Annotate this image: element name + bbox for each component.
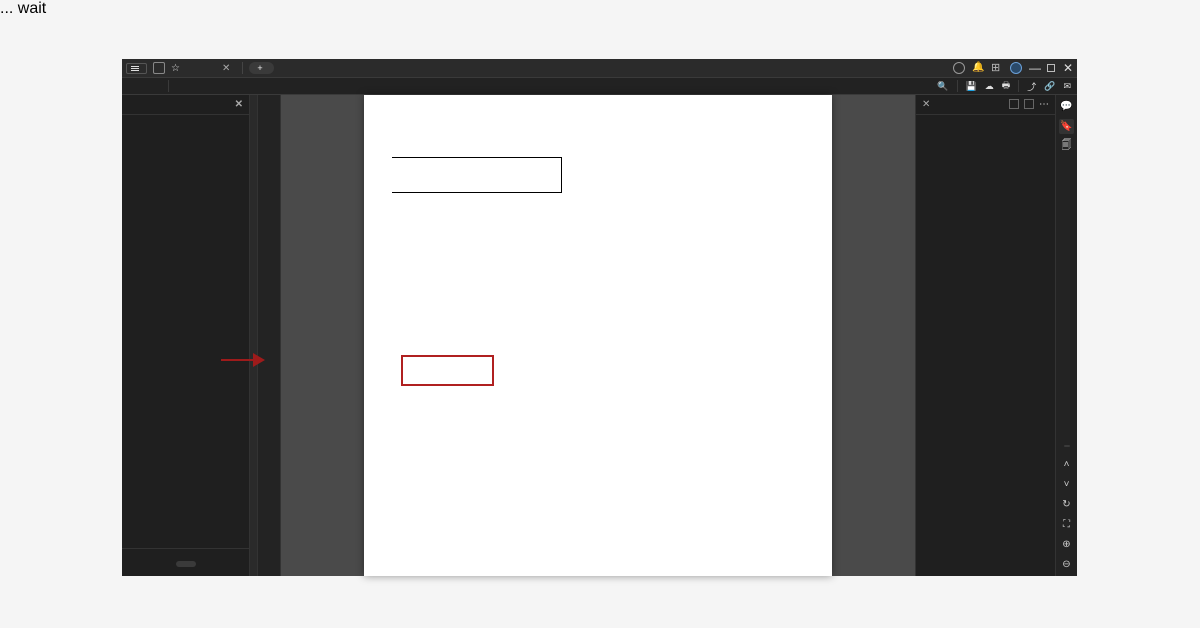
print-icon[interactable]: 🖶 [1002, 78, 1011, 94]
caption-left [392, 157, 562, 193]
see-all-button[interactable] [176, 561, 196, 567]
document-tab[interactable]: ✕ [186, 63, 236, 74]
separator [242, 62, 243, 74]
plus-icon: + [257, 63, 262, 73]
all-tools-panel: ✕ [122, 95, 250, 576]
search-icon: 🔍 [937, 81, 948, 92]
bookmarks-add-icon[interactable] [1024, 99, 1034, 109]
bookmarks-body [916, 115, 1055, 576]
rail-bookmarks-icon[interactable]: 🔖 [1059, 119, 1074, 134]
bookmarks-view-icon[interactable] [1009, 99, 1019, 109]
highlight-box-annotation [401, 355, 494, 386]
secondary-toolbar: 🔍 💾 ☁ 🖶 ⤴ 🔗 ✉ [122, 77, 1077, 95]
fit-page-icon[interactable]: ⛶ [1059, 517, 1074, 532]
document-viewport[interactable] [281, 95, 915, 576]
scrollbar-gutter[interactable] [250, 95, 258, 576]
zoom-in-icon[interactable]: ⊕ [1059, 537, 1074, 552]
bookmarks-header-actions: ⋯ [1009, 99, 1049, 110]
zoom-out-icon[interactable]: ⊖ [1059, 557, 1074, 572]
menubar-right: 🔔 — ✕ [953, 61, 1073, 75]
separator [168, 80, 169, 92]
close-panel-icon[interactable]: ✕ [235, 99, 243, 110]
annotation-arrow [221, 353, 265, 367]
rail-comments-icon[interactable]: 💬 [1059, 99, 1074, 114]
bell-icon[interactable]: 🔔 [972, 62, 984, 74]
tools-list [122, 115, 249, 548]
link-icon[interactable]: 🔗 [1044, 81, 1055, 92]
bookmarks-more-icon[interactable]: ⋯ [1039, 99, 1049, 110]
bookmarks-header: ✕ ⋯ [916, 95, 1055, 115]
all-tools-header: ✕ [122, 95, 249, 115]
sidebar-footer [122, 548, 249, 576]
close-tab-icon[interactable]: ✕ [222, 63, 230, 74]
rail-pages-icon[interactable]: 🗐 [1059, 139, 1074, 154]
page-number-current[interactable] [1064, 445, 1070, 447]
menu-button[interactable] [126, 63, 147, 74]
rotate-icon[interactable]: ↻ [1059, 497, 1074, 512]
secbar-right: 🔍 💾 ☁ 🖶 ⤴ 🔗 ✉ [934, 78, 1071, 94]
cloud-icon[interactable]: ☁ [985, 81, 994, 92]
pdf-page [364, 95, 832, 576]
separator [957, 80, 958, 92]
case-caption [392, 157, 804, 193]
home-icon[interactable] [153, 62, 165, 74]
mail-icon[interactable]: ✉ [1063, 81, 1071, 92]
create-button[interactable]: + [249, 62, 273, 74]
profile-globe-icon[interactable] [1010, 62, 1022, 74]
save-icon[interactable]: 💾 [966, 81, 977, 92]
find-field[interactable]: 🔍 [934, 81, 948, 92]
main-area: ✕ [122, 95, 1077, 576]
app-switcher-icon[interactable] [991, 62, 1003, 74]
scroll-up-icon[interactable]: ˄ [1059, 457, 1074, 472]
close-bookmarks-icon[interactable]: ✕ [922, 99, 930, 110]
hamburger-icon [131, 66, 139, 71]
top-menubar: ☆ ✕ + 🔔 — ✕ [122, 59, 1077, 77]
star-icon[interactable]: ☆ [171, 63, 180, 74]
acrobat-window: ☆ ✕ + 🔔 — ✕ 🔍 [122, 59, 1077, 576]
separator [1018, 80, 1019, 92]
maximize-button[interactable] [1046, 61, 1056, 75]
scroll-down-icon[interactable]: ˅ [1059, 477, 1074, 492]
help-icon[interactable] [953, 62, 965, 74]
bookmarks-panel: ✕ ⋯ [915, 95, 1055, 576]
close-window-button[interactable]: ✕ [1063, 61, 1073, 75]
share-icon[interactable]: ⤴ [1027, 80, 1036, 93]
minimize-button[interactable]: — [1029, 61, 1039, 75]
vertical-tool-column [258, 95, 281, 576]
caption-right [562, 157, 804, 193]
right-icon-rail: 💬 🔖 🗐 ˄ ˅ ↻ ⛶ ⊕ ⊖ [1055, 95, 1077, 576]
